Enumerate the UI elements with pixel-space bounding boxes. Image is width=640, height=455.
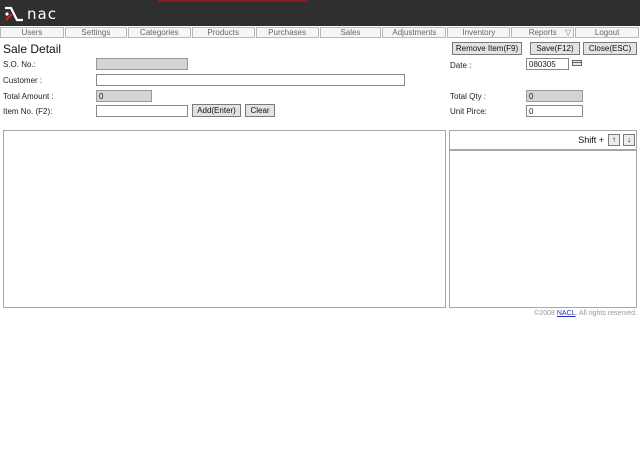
total-qty-field[interactable] [526,90,583,102]
customer-field[interactable] [96,74,405,86]
app-logo: nac [3,4,57,24]
date-label: Date : [450,61,472,70]
nav-item-sales[interactable]: Sales [319,27,382,38]
so-no-label: S.O. No.: [3,60,36,69]
nav-item-purchases[interactable]: Purchases [255,27,319,38]
item-no-label: Item No. (F2): [3,107,53,116]
shift-list-panel[interactable] [449,150,637,308]
nav-item-products[interactable]: Products [191,27,255,38]
nav-item-logout[interactable]: Logout [575,27,640,38]
nav-item-users[interactable]: Users [0,27,64,38]
nav-item-reports[interactable]: Reports ▽ [511,27,575,38]
nav-item-label: Categories [139,28,179,37]
nav-item-label: Reports [528,28,557,37]
items-grid[interactable] [3,130,446,308]
nav-item-label: Users [21,28,43,37]
save-button[interactable]: Save(F12) [530,42,580,55]
nav-item-label: Logout [594,28,620,37]
remove-item-button[interactable]: Remove Item(F9) [452,42,522,55]
nav-item-label: Purchases [268,28,306,37]
clear-button[interactable]: Clear [245,104,275,117]
unit-price-field[interactable] [526,105,583,117]
date-field[interactable] [526,58,569,70]
close-button[interactable]: Close(ESC) [583,42,637,55]
footer-prefix: ©2008 [534,310,557,317]
total-amount-label: Total Amount : [3,92,54,101]
footer-link[interactable]: NACL [557,310,576,317]
shift-toolbar: Shift + ↑ ↓ [449,130,637,150]
main-nav: Users Settings Categories Products Purch… [0,26,640,39]
add-button[interactable]: Add(Enter) [192,104,241,117]
nav-item-label: Sales [340,28,361,37]
customer-label: Customer : [3,76,43,85]
arrow-up-icon[interactable]: ↑ [608,134,620,146]
header-bar: nac [0,0,640,26]
header-accent-line [158,0,308,2]
so-no-field[interactable] [96,58,188,70]
nav-item-label: Adjustments [392,28,437,37]
nav-item-label: Products [207,28,239,37]
shift-label: Shift + [578,135,604,145]
page-title: Sale Detail [3,42,62,56]
footer-copyright: ©2008 NACL. All rights reserved. [534,310,637,317]
total-amount-field[interactable] [96,90,152,102]
logo-text: nac [27,5,57,23]
arrow-down-icon[interactable]: ↓ [623,134,635,146]
nav-item-label: Inventory [462,28,496,37]
nav-item-inventory[interactable]: Inventory [447,27,511,38]
footer-suffix: . All rights reserved. [575,310,637,317]
nav-item-label: Settings [81,28,111,37]
unit-price-label: Unit Pirce: [450,107,487,116]
nav-item-categories[interactable]: Categories [127,27,191,38]
calendar-icon[interactable] [572,60,582,66]
logo-mark-icon [5,6,23,22]
item-no-field[interactable] [96,105,188,117]
nav-item-settings[interactable]: Settings [64,27,127,38]
chevron-down-icon: ▽ [565,28,572,37]
nav-item-adjustments[interactable]: Adjustments [382,27,447,38]
total-qty-label: Total Qty : [450,92,487,101]
